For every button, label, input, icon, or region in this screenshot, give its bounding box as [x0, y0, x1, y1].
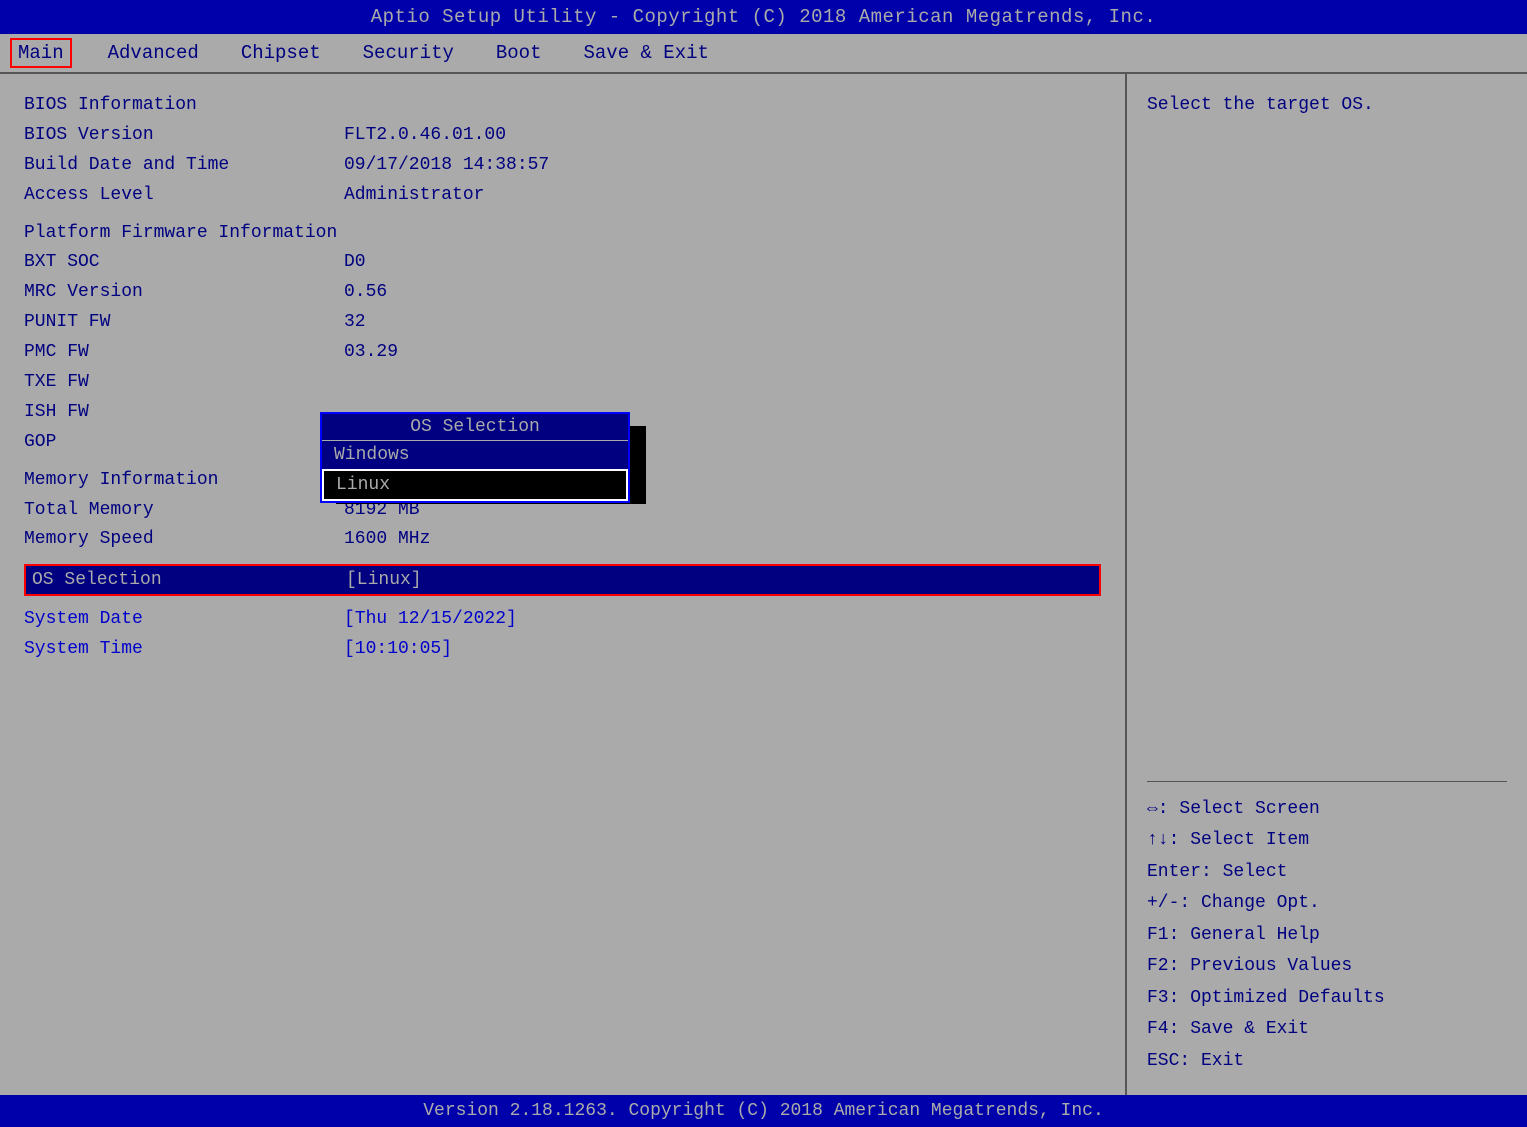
footer: Version 2.18.1263. Copyright (C) 2018 Am…	[0, 1095, 1527, 1127]
key-select-item: ↑↓: Select Item	[1147, 825, 1507, 857]
punit-fw-row: PUNIT FW 32	[24, 309, 1101, 337]
mrc-version-row: MRC Version 0.56	[24, 279, 1101, 307]
footer-text: Version 2.18.1263. Copyright (C) 2018 Am…	[423, 1101, 1104, 1121]
bios-info-section-header: BIOS Information	[24, 92, 1101, 120]
content-area: BIOS Information BIOS Version FLT2.0.46.…	[0, 74, 1527, 1095]
bxt-soc-row: BXT SOC D0	[24, 249, 1101, 277]
bios-screen: Aptio Setup Utility - Copyright (C) 2018…	[0, 0, 1527, 1127]
os-popup-title: OS Selection	[322, 414, 628, 441]
menu-boot[interactable]: Boot	[490, 40, 548, 66]
memory-speed-row: Memory Speed 1600 MHz	[24, 526, 1101, 554]
key-optimized-defaults: F3: Optimized Defaults	[1147, 983, 1507, 1015]
menu-advanced[interactable]: Advanced	[102, 40, 205, 66]
menu-main[interactable]: Main	[10, 38, 72, 68]
os-selection-row[interactable]: OS Selection [Linux]	[24, 564, 1101, 596]
build-date-row: Build Date and Time 09/17/2018 14:38:57	[24, 152, 1101, 180]
os-selection-popup: OS Selection Windows Linux	[320, 412, 630, 503]
key-save-exit: F4: Save & Exit	[1147, 1014, 1507, 1046]
key-esc-exit: ESC: Exit	[1147, 1046, 1507, 1078]
os-option-windows[interactable]: Windows	[322, 441, 628, 469]
platform-section-header: Platform Firmware Information	[24, 220, 1101, 248]
menu-save-exit[interactable]: Save & Exit	[577, 40, 714, 66]
help-description: Select the target OS.	[1147, 92, 1507, 119]
left-panel: BIOS Information BIOS Version FLT2.0.46.…	[0, 74, 1127, 1095]
system-date-row[interactable]: System Date [Thu 12/15/2022]	[24, 606, 1101, 634]
menu-security[interactable]: Security	[357, 40, 460, 66]
system-time-row[interactable]: System Time [10:10:05]	[24, 636, 1101, 664]
key-change-opt: +/-: Change Opt.	[1147, 888, 1507, 920]
bios-version-row: BIOS Version FLT2.0.46.01.00	[24, 122, 1101, 150]
key-previous-values: F2: Previous Values	[1147, 951, 1507, 983]
key-enter-select: Enter: Select	[1147, 857, 1507, 889]
os-option-linux[interactable]: Linux	[322, 469, 628, 501]
menu-bar: Main Advanced Chipset Security Boot Save…	[0, 34, 1527, 74]
txe-fw-row: TXE FW	[24, 369, 1101, 397]
key-general-help: F1: General Help	[1147, 920, 1507, 952]
help-divider	[1147, 781, 1507, 782]
pmc-fw-row: PMC FW 03.29	[24, 339, 1101, 367]
title-text: Aptio Setup Utility - Copyright (C) 2018…	[371, 6, 1157, 28]
access-level-row: Access Level Administrator	[24, 182, 1101, 210]
key-select-screen: ⇔: Select Screen	[1147, 794, 1507, 826]
right-panel: Select the target OS. ⇔: Select Screen ↑…	[1127, 74, 1527, 1095]
title-bar: Aptio Setup Utility - Copyright (C) 2018…	[0, 0, 1527, 34]
menu-chipset[interactable]: Chipset	[235, 40, 327, 66]
